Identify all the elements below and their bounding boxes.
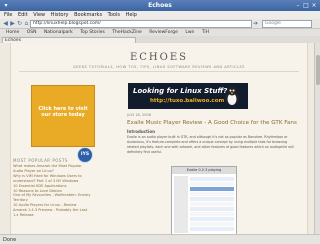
store-ad-text: Click here to visit our store today [38,106,88,118]
banner-url: http://tuxo.baliwoo.com [150,98,225,104]
banner-title: Looking for Linux Stuff? [133,87,228,95]
bookmark-item[interactable]: Top Stories [80,29,105,36]
bookmark-item[interactable]: TheHackZine [112,29,142,36]
post-subheading: Introduction [127,129,155,134]
bookmark-item[interactable]: Lwn [185,29,194,36]
reload-icon[interactable]: ↻ [16,20,23,27]
address-bar[interactable]: http://linuxhelp.blogspot.com/ [30,20,252,28]
linux-stuff-banner[interactable]: Looking for Linux Stuff? http://tuxo.bal… [128,83,248,109]
screenshot-row [190,197,234,201]
post-title[interactable]: Exaile Music Player Review - A Good Choi… [127,120,297,126]
blog-page: ECHOES GEEKS TUTORIALS, HOW TOS, TIPS, L… [10,43,308,234]
post-body: Exaile is an audio player built in GTK, … [127,135,294,154]
screenshot-row [190,207,234,211]
home-icon[interactable]: ⌂ [23,20,30,27]
screenshot-row [190,202,234,206]
penguin-icon [225,86,239,106]
menu-file[interactable]: File [4,11,12,19]
scrollbar-thumb[interactable] [316,55,320,85]
post-date: JULY 18, 2006 [127,113,151,117]
bookmark-item[interactable]: TiH [202,29,209,36]
menu-tools[interactable]: Tools [108,11,120,19]
forward-icon[interactable]: ▶ [9,20,16,27]
screenshot-caption: Exaile 0.2.3 playing [172,167,236,174]
menu-bookmarks[interactable]: Bookmarks [74,11,102,19]
store-ad[interactable]: Click here to visit our store today [31,85,95,147]
bookmark-item[interactable]: Home [6,29,19,36]
status-text: Done [3,237,17,243]
minimize-icon[interactable]: – [294,2,302,9]
screenshot-row [190,212,234,216]
blog-title[interactable]: ECHOES [11,52,307,63]
popular-posts-heading: MOST POPULAR POSTS [13,158,68,163]
tab-strip: Echoes [0,36,320,44]
back-icon[interactable]: ◀ [2,20,9,27]
navigation-toolbar: ◀ ▶ ↻ ⌂ http://linuxhelp.blogspot.com/ ➔… [0,19,320,29]
page-content: ECHOES GEEKS TUTORIALS, HOW TOS, TIPS, L… [0,43,314,234]
screenshot-row [190,177,234,181]
bookmark-item[interactable]: OSN [27,29,37,36]
popular-post-link[interactable]: 1.x Release [13,213,101,218]
bookmarks-toolbar: Home OSN Nationalpark Top Stories TheHac… [0,29,320,36]
vertical-scrollbar[interactable] [314,43,320,234]
blog-tagline: GEEKS TUTORIALS, HOW TOS, TIPS, LINUX SO… [73,65,245,69]
title-bar: ▾ Echoes – □ × [0,0,320,11]
post-screenshot[interactable]: Exaile 0.2.3 playing [171,166,237,234]
window-title: Echoes [148,2,172,9]
screenshot-row [190,187,234,191]
screenshot-row [190,222,234,226]
browser-window: ▾ Echoes – □ × File Edit View History Bo… [0,0,320,244]
bookmark-item[interactable]: ReviewForge [149,29,178,36]
go-icon[interactable]: ➔ [252,20,259,27]
bookmark-item[interactable]: Nationalpark [44,29,73,36]
screenshot-row [190,227,234,231]
screenshot-row [190,217,234,221]
search-input[interactable]: Google [262,20,312,28]
menu-view[interactable]: View [33,11,45,19]
popular-posts-list: What makes Amarok the Most Popular Audio… [13,164,101,218]
blog-badge[interactable]: IYS [77,147,93,163]
close-icon[interactable]: × [310,2,318,9]
menu-history[interactable]: History [51,11,69,19]
menu-help[interactable]: Help [126,11,137,19]
header-divider [19,71,299,72]
screenshot-sidebar [174,176,188,233]
menu-bar: File Edit View History Bookmarks Tools H… [0,11,320,19]
menu-edit[interactable]: Edit [18,11,28,19]
screenshot-row [190,192,234,196]
maximize-icon[interactable]: □ [302,2,310,9]
screenshot-row [190,182,234,186]
